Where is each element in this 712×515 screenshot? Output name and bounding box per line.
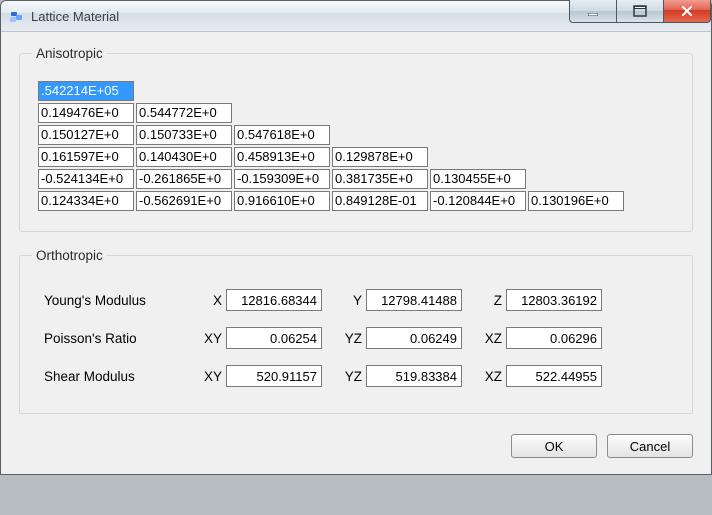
window: Lattice Material — [0, 0, 712, 475]
matrix-cell[interactable] — [38, 147, 134, 167]
matrix-row — [38, 147, 680, 169]
ortho-value-input[interactable] — [226, 289, 322, 311]
matrix-cell[interactable] — [332, 169, 428, 189]
titlebar[interactable]: Lattice Material — [1, 1, 711, 32]
ortho-axis-label: XY — [194, 369, 226, 384]
window-title: Lattice Material — [31, 9, 119, 24]
ortho-field: YZ — [334, 365, 462, 387]
orthotropic-group: Orthotropic Young's ModulusXYZPoisson's … — [19, 248, 693, 414]
ortho-field: YZ — [334, 327, 462, 349]
ortho-axis-label: XZ — [474, 331, 506, 346]
matrix-cell[interactable] — [136, 103, 232, 123]
ortho-field: XZ — [474, 327, 602, 349]
ortho-row: Poisson's RatioXY YZ XZ — [32, 323, 680, 353]
matrix-cell[interactable] — [234, 147, 330, 167]
matrix-cell[interactable] — [234, 191, 330, 211]
ortho-value-input[interactable] — [366, 289, 462, 311]
matrix-cell[interactable] — [38, 191, 134, 211]
ortho-value-input[interactable] — [226, 365, 322, 387]
ortho-field: XZ — [474, 365, 602, 387]
ortho-field: Z — [474, 289, 602, 311]
ortho-row: Shear ModulusXY YZ XZ — [32, 361, 680, 391]
matrix-row — [38, 103, 680, 125]
ortho-field: XY — [194, 327, 322, 349]
ortho-axis-label: XZ — [474, 369, 506, 384]
ortho-row-label: Poisson's Ratio — [32, 331, 194, 346]
matrix-row — [38, 169, 680, 191]
ortho-row-label: Shear Modulus — [32, 369, 194, 384]
matrix-row — [38, 125, 680, 147]
matrix-cell[interactable] — [430, 191, 526, 211]
matrix-cell[interactable] — [234, 169, 330, 189]
anisotropic-matrix — [38, 81, 680, 213]
ortho-value-input[interactable] — [506, 365, 602, 387]
close-button[interactable] — [663, 0, 711, 23]
app-icon — [9, 8, 25, 24]
ortho-field: X — [194, 289, 322, 311]
orthotropic-legend: Orthotropic — [32, 248, 107, 263]
ortho-axis-label: Z — [474, 293, 506, 308]
matrix-row — [38, 81, 680, 103]
matrix-cell[interactable] — [136, 169, 232, 189]
ortho-row-label: Young's Modulus — [32, 293, 194, 308]
minimize-icon — [587, 5, 599, 17]
orthotropic-rows: Young's ModulusXYZPoisson's RatioXYYZXZS… — [32, 285, 680, 391]
anisotropic-legend: Anisotropic — [32, 46, 107, 61]
matrix-cell[interactable] — [528, 191, 624, 211]
anisotropic-group: Anisotropic — [19, 46, 693, 232]
close-icon — [681, 5, 693, 17]
maximize-button[interactable] — [616, 0, 663, 23]
ortho-axis-label: X — [194, 293, 226, 308]
matrix-cell[interactable] — [38, 169, 134, 189]
matrix-cell[interactable] — [332, 147, 428, 167]
matrix-cell[interactable] — [136, 125, 232, 145]
ortho-field: Y — [334, 289, 462, 311]
ortho-axis-label: YZ — [334, 331, 366, 346]
ortho-row: Young's ModulusX Y Z — [32, 285, 680, 315]
ortho-field: XY — [194, 365, 322, 387]
matrix-row — [38, 191, 680, 213]
matrix-cell[interactable] — [38, 103, 134, 123]
ortho-value-input[interactable] — [226, 327, 322, 349]
ortho-axis-label: XY — [194, 331, 226, 346]
button-row: OK Cancel — [19, 430, 693, 458]
ortho-value-input[interactable] — [506, 289, 602, 311]
ortho-axis-label: YZ — [334, 369, 366, 384]
matrix-cell[interactable] — [136, 191, 232, 211]
cancel-button[interactable]: Cancel — [607, 434, 693, 458]
dialog-content: Anisotropic Orthotropic Young's ModulusX… — [1, 32, 711, 474]
matrix-cell[interactable] — [38, 81, 134, 101]
ok-button[interactable]: OK — [511, 434, 597, 458]
matrix-cell[interactable] — [234, 125, 330, 145]
ortho-value-input[interactable] — [366, 365, 462, 387]
ortho-axis-label: Y — [334, 293, 366, 308]
ortho-value-input[interactable] — [366, 327, 462, 349]
minimize-button[interactable] — [569, 0, 616, 23]
matrix-cell[interactable] — [332, 191, 428, 211]
matrix-cell[interactable] — [136, 147, 232, 167]
window-buttons — [569, 0, 711, 23]
matrix-cell[interactable] — [38, 125, 134, 145]
maximize-icon — [633, 5, 647, 17]
ortho-value-input[interactable] — [506, 327, 602, 349]
matrix-cell[interactable] — [430, 169, 526, 189]
